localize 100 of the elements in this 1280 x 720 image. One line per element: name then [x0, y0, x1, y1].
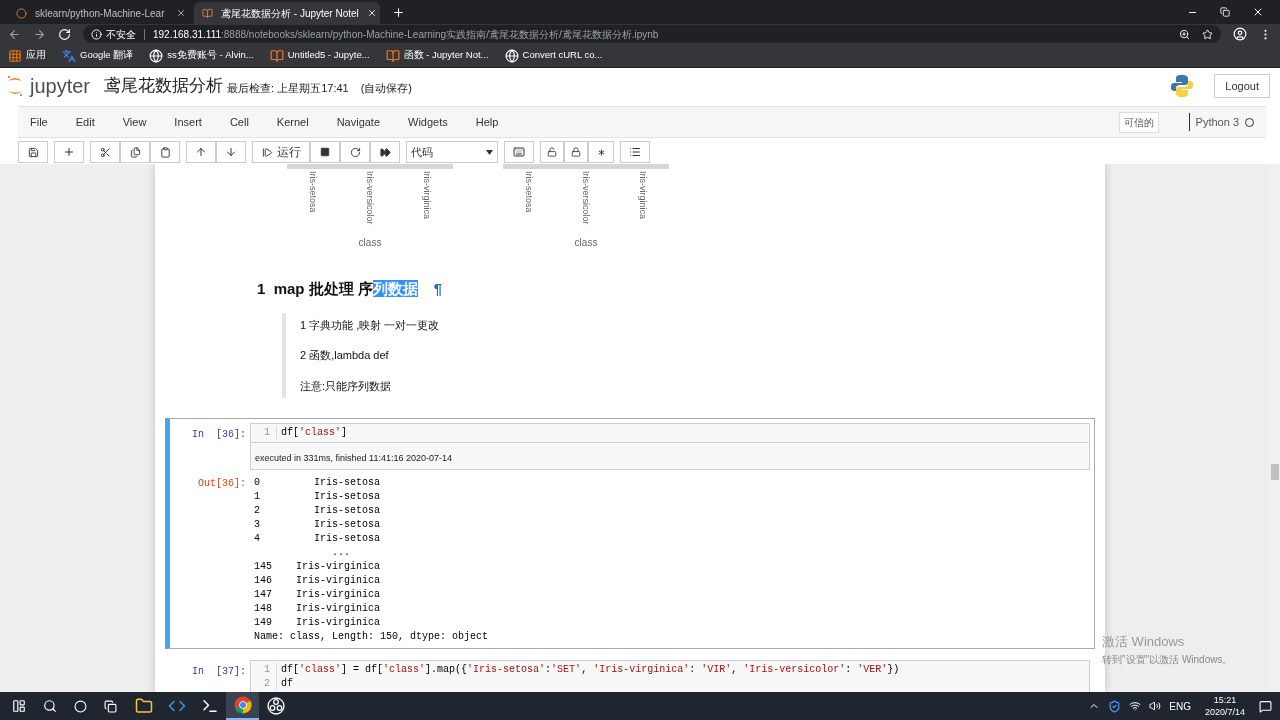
code-line: df — [281, 677, 294, 691]
cut-icon — [99, 146, 111, 158]
code-input[interactable]: 1 df['class'] — [250, 423, 1090, 443]
menu-item[interactable]: Navigate — [336, 113, 381, 131]
dropdown-caret-icon — [486, 149, 493, 155]
security-label: 不安全 — [106, 27, 136, 42]
keyboard-button[interactable] — [504, 141, 534, 163]
copy-icon — [129, 146, 141, 158]
save-button[interactable] — [18, 141, 48, 163]
language-indicator[interactable]: ENG — [1169, 698, 1191, 714]
search-icon[interactable] — [43, 699, 57, 713]
menu-item[interactable]: File — [30, 113, 48, 131]
menu-item[interactable]: Help — [475, 113, 499, 131]
paste-button[interactable] — [150, 141, 180, 163]
notebook-title[interactable]: 鸢尾花数据分析 — [104, 73, 224, 99]
activation-hint: 转到"设置"以激活 Windows。 — [1102, 652, 1233, 667]
cut-button[interactable] — [90, 141, 120, 163]
logout-button[interactable]: Logout — [1214, 74, 1270, 98]
close-icon[interactable] — [366, 8, 377, 18]
menu-item[interactable]: Edit — [75, 113, 95, 131]
unlock-button[interactable] — [540, 141, 564, 163]
menu-item[interactable]: Insert — [174, 113, 202, 131]
clock[interactable]: 15:21 2020/7/14 — [1204, 694, 1245, 718]
close-icon[interactable] — [176, 8, 186, 18]
axis-tick-label: Iris-versicolor — [364, 171, 376, 225]
menu-item[interactable]: Widgets — [408, 113, 448, 131]
code-line: df['class'] = df['class'].map({'Iris-setosa':'SET', 'Iris-virginica': 'VIR', 'Iris-versicolor': 'VER'}) — [281, 663, 900, 677]
axis-label: class — [574, 236, 598, 250]
restore-icon[interactable] — [1220, 7, 1230, 17]
autosave-text: (自动保存) — [360, 80, 412, 96]
execution-info: executed in 331ms, finished 11:41:16 2020-07-14 — [255, 453, 452, 463]
profile-icon[interactable] — [1233, 27, 1247, 41]
output-prompt: Out[36]: — [197, 477, 247, 491]
axis-tick-label: Iris-setosa — [307, 171, 320, 213]
tab-title: sklearn/python-Machine-Lear — [35, 6, 166, 21]
url-text: 192.168.31.111:8888/notebooks/sklearn/python-Machine-Learning实践指南/鸢尾花数据分析/鸢尾花数据分析.ipynb — [153, 27, 659, 42]
zoom-icon[interactable] — [1179, 28, 1190, 40]
lock-button[interactable] — [564, 141, 588, 163]
move-down-button[interactable] — [216, 141, 246, 163]
bookmark[interactable]: ss免费账号 - Alvin... — [149, 48, 254, 63]
add-cell-button[interactable] — [54, 141, 84, 163]
spinner-icon — [16, 7, 27, 19]
reload-icon[interactable] — [58, 27, 71, 41]
quote-line: 注意:只能序列数据 — [300, 378, 393, 394]
run-button[interactable]: 运行 — [252, 141, 310, 163]
run-all-button[interactable] — [370, 141, 400, 163]
menu-item[interactable]: Kernel — [276, 113, 309, 131]
copy-button[interactable] — [120, 141, 150, 163]
terminal-icon — [200, 697, 219, 715]
plus-icon — [63, 146, 75, 158]
keyboard-icon — [513, 146, 525, 158]
menu-item[interactable]: Cell — [229, 113, 249, 131]
wifi-icon[interactable] — [1129, 700, 1142, 712]
bookmark[interactable]: Convert cURL co... — [504, 48, 603, 63]
task-view-icon[interactable] — [104, 699, 117, 713]
step-icon — [261, 146, 273, 158]
notebook-cell[interactable]: In [37]: 1 2 df['class'] = df['class'].map({'Iris-setosa':'SET', 'Iris-virginica': 'VIR', 'Iris-versicolor': 'VER'}) df — [165, 655, 1095, 692]
close-icon[interactable] — [1252, 6, 1264, 18]
anchor-link[interactable]: ¶ — [433, 278, 443, 301]
restart-icon — [349, 146, 361, 158]
move-up-button[interactable] — [186, 141, 216, 163]
quote-line: 2 函数,lambda def — [300, 348, 390, 363]
axis-tick-label: Iris-virginica — [420, 171, 433, 219]
logo-text: jupyter — [30, 74, 91, 99]
menu-item[interactable]: View — [122, 113, 147, 131]
bookmark[interactable]: 函数 - Jupyter Not... — [385, 48, 489, 63]
checkpoint-text: 最后检查: 上星期五17:41 — [227, 80, 349, 96]
browser-tab[interactable]: sklearn/python-Machine-Lear — [8, 2, 194, 24]
code-input[interactable]: 1 2 df['class'] = df['class'].map({'Iris-setosa':'SET', 'Iris-virginica': 'VIR', 'Iris-versicolor': 'VER'}) df — [250, 660, 1090, 692]
interrupt-button[interactable] — [310, 141, 340, 163]
jupyter-logo-icon — [6, 74, 24, 98]
axis-tick-label: Iris-versicolor — [580, 171, 592, 225]
bookmark[interactable]: Google 翻译 — [62, 48, 134, 63]
new-tab-icon[interactable] — [392, 6, 405, 19]
star-icon[interactable] — [1202, 28, 1213, 40]
asterisk-button[interactable] — [588, 141, 614, 163]
line-number: 2 — [264, 677, 270, 691]
axis-tick-label: Iris-setosa — [523, 171, 536, 213]
volume-icon[interactable] — [1149, 700, 1162, 712]
globe-icon — [504, 48, 519, 63]
tab-title: 鸢尾花数据分析 - Jupyter Notel — [221, 6, 359, 21]
back-icon[interactable] — [8, 27, 21, 41]
unlock-icon — [547, 147, 557, 157]
restart-button[interactable] — [340, 141, 370, 163]
forward-icon[interactable] — [33, 27, 46, 41]
line-number: 1 — [264, 426, 270, 440]
address-bar[interactable]: 不安全 192.168.31.111:8888/notebooks/sklearn/python-Machine-Learning实践指南/鸢尾花数据分析/鸢尾花数据分析.ipynb — [83, 25, 1221, 43]
shield-icon[interactable] — [1108, 699, 1122, 713]
notification-icon[interactable] — [1259, 699, 1272, 713]
toc-button[interactable] — [620, 141, 650, 163]
notebook-cell[interactable] — [165, 418, 1095, 649]
save-icon — [27, 146, 39, 158]
bookmark[interactable]: Untitled5 - Jupyte... — [269, 48, 370, 63]
trusted-indicator[interactable]: 可信的 — [1118, 111, 1159, 133]
browser-tab[interactable]: 鸢尾花数据分析 - Jupyter Notel — [194, 2, 380, 24]
notebook-icon — [269, 48, 284, 63]
activation-title: 激活 Windows — [1102, 633, 1186, 651]
bookmark[interactable]: 应用 — [8, 48, 46, 63]
cell-type-select[interactable]: 代码 — [406, 141, 498, 163]
cell-output: 0 Iris-setosa 1 Iris-setosa 2 Iris-setosa 3 Iris-setosa 4 Iris-setosa ... 145 Iris-virginica 146 Iris-virginica 147 Iris-virginica 148 Iris-virginica 149 Iris-virginica Name: class, Length: 150, dtype: object — [253, 476, 489, 644]
